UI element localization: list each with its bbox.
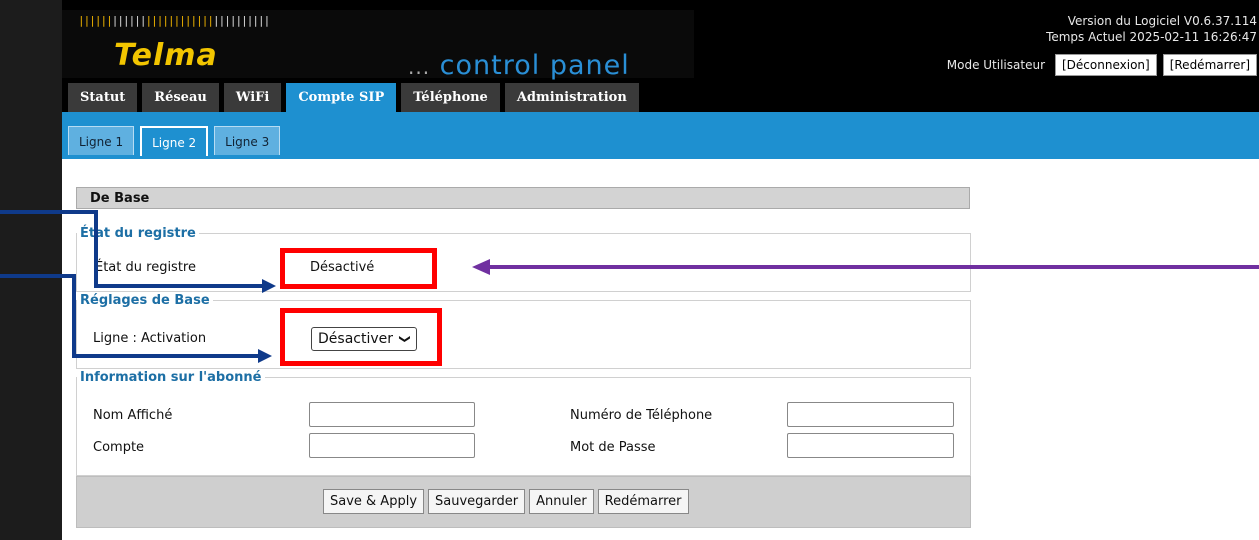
navy-arrow-activation <box>0 274 272 363</box>
purple-arrow-status <box>472 259 1259 275</box>
arrow-head <box>262 279 276 293</box>
arrow-head <box>472 259 490 275</box>
navy-arrow-register <box>0 210 276 293</box>
annotation-arrows <box>0 210 1259 363</box>
arrow-head <box>258 349 272 363</box>
